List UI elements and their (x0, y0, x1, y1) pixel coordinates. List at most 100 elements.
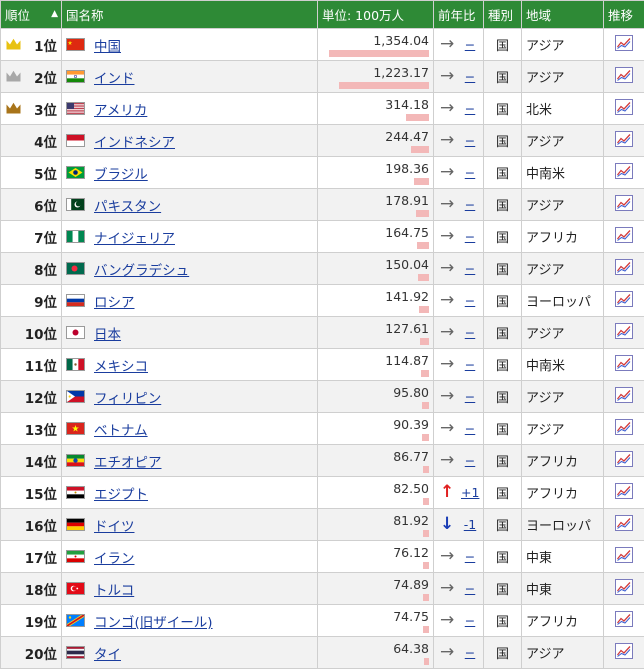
yoy-cell: → − (433, 380, 484, 413)
population-bar (329, 50, 429, 57)
country-link[interactable]: アメリカ (94, 103, 147, 119)
yoy-change-link[interactable]: − (461, 421, 479, 436)
bd-flag-icon (66, 262, 85, 275)
country-link[interactable]: インド (94, 71, 135, 87)
in-flag-icon (66, 70, 85, 83)
yoy-change-link[interactable]: − (461, 133, 479, 148)
trend-chart-icon[interactable] (615, 546, 633, 567)
country-link[interactable]: ブラジル (94, 167, 148, 183)
country-link[interactable]: ナイジェリア (94, 231, 175, 247)
trend-chart-icon[interactable] (615, 610, 633, 631)
population-value: 164.75 (385, 225, 429, 240)
region-cell: アジア (521, 412, 604, 445)
yoy-cell: ↓ -1 (433, 508, 484, 541)
country-link[interactable]: トルコ (94, 583, 134, 599)
country-cell: バングラデシュ (61, 252, 318, 285)
population-bar (424, 658, 429, 665)
trend-chart-icon[interactable] (615, 450, 633, 471)
country-link[interactable]: ロシア (94, 295, 135, 311)
yoy-change-link[interactable]: − (461, 325, 479, 340)
population-cell: 82.50 (317, 476, 434, 509)
rank-label: 10位 (24, 326, 57, 343)
trend-chart-icon[interactable] (615, 354, 633, 375)
table-row: 11位 メキシコ 114.87 → − 国中南米 (0, 348, 644, 381)
trend-chart-icon[interactable] (615, 578, 633, 599)
country-cell: ベトナム (61, 412, 318, 445)
country-cell: フィリピン (61, 380, 318, 413)
country-link[interactable]: 日本 (94, 327, 121, 343)
rank-cell: 17位 (0, 540, 62, 573)
trend-chart-icon[interactable] (615, 482, 633, 503)
trend-chart-icon[interactable] (615, 514, 633, 535)
table-row: 17位 イラン 76.12 → − 国中東 (0, 540, 644, 573)
trend-chart-icon[interactable] (615, 322, 633, 343)
trend-chart-icon[interactable] (615, 194, 633, 215)
column-header-rank[interactable]: 順位 ▲ (0, 0, 62, 29)
yoy-change-link[interactable]: +1 (461, 485, 479, 500)
yoy-change-link[interactable]: − (461, 549, 479, 564)
country-link[interactable]: パキスタン (94, 199, 161, 215)
column-header-country[interactable]: 国名称 (61, 0, 318, 29)
trend-chart-icon[interactable] (615, 34, 633, 55)
trend-chart-icon[interactable] (615, 386, 633, 407)
population-value: 90.39 (393, 417, 429, 432)
arrow-up-icon: ↑ (440, 482, 455, 502)
population-bar (423, 530, 429, 537)
trend-chart-icon[interactable] (615, 642, 633, 663)
country-link[interactable]: フィリピン (94, 391, 161, 407)
kind-cell: 国 (483, 220, 522, 253)
column-header-yoy[interactable]: 前年比 (433, 0, 484, 29)
country-link[interactable]: ベトナム (94, 423, 148, 439)
yoy-change-link[interactable]: − (461, 229, 479, 244)
trend-chart-icon[interactable] (615, 418, 633, 439)
yoy-change-link[interactable]: − (461, 293, 479, 308)
tr-flag-icon (66, 582, 85, 595)
trend-chart-icon[interactable] (615, 258, 633, 279)
yoy-change-link[interactable]: − (461, 357, 479, 372)
silver-crown-icon (6, 70, 21, 86)
region-cell: アジア (521, 252, 604, 285)
country-link[interactable]: インドネシア (94, 135, 175, 151)
trend-chart-icon[interactable] (615, 162, 633, 183)
trend-chart-icon[interactable] (615, 66, 633, 87)
sort-ascending-icon[interactable]: ▲ (51, 9, 58, 19)
yoy-change-link[interactable]: − (461, 645, 479, 660)
column-header-trend[interactable]: 推移 (603, 0, 644, 29)
table-row: 3位 アメリカ 314.18 → − 国北米 (0, 92, 644, 125)
yoy-change-link[interactable]: − (461, 389, 479, 404)
country-link[interactable]: エジプト (94, 487, 148, 503)
column-header-region[interactable]: 地域 (521, 0, 604, 29)
trend-chart-icon[interactable] (615, 98, 633, 119)
country-link[interactable]: コンゴ(旧ザイール) (94, 615, 213, 631)
pk-flag-icon (66, 198, 85, 211)
rank-cell: 3位 (0, 92, 62, 125)
de-flag-icon (66, 518, 85, 531)
yoy-change-link[interactable]: − (461, 69, 479, 84)
trend-chart-icon[interactable] (615, 290, 633, 311)
yoy-change-link[interactable]: − (461, 197, 479, 212)
yoy-change-link[interactable]: − (461, 261, 479, 276)
country-link[interactable]: タイ (94, 647, 121, 663)
kind-cell: 国 (483, 380, 522, 413)
country-link[interactable]: ドイツ (94, 519, 135, 535)
yoy-change-link[interactable]: − (461, 101, 479, 116)
yoy-change-link[interactable]: − (461, 613, 479, 628)
yoy-change-link[interactable]: − (461, 165, 479, 180)
yoy-change-link[interactable]: -1 (461, 517, 479, 532)
column-header-population[interactable]: 単位: 100万人 (317, 0, 434, 29)
yoy-change-link[interactable]: − (461, 453, 479, 468)
country-link[interactable]: バングラデシュ (94, 263, 189, 279)
rank-label: 6位 (34, 198, 57, 215)
trend-chart-icon[interactable] (615, 226, 633, 247)
country-link[interactable]: メキシコ (94, 359, 148, 375)
yoy-change-link[interactable]: − (461, 37, 479, 52)
country-cell: インドネシア (61, 124, 318, 157)
trend-chart-icon[interactable] (615, 130, 633, 151)
country-link[interactable]: 中国 (94, 39, 121, 55)
yoy-change-link[interactable]: − (461, 581, 479, 596)
population-bar (406, 114, 429, 121)
country-link[interactable]: エチオピア (94, 455, 162, 471)
country-link[interactable]: イラン (94, 551, 135, 567)
yoy-cell: → − (433, 284, 484, 317)
column-header-kind[interactable]: 種別 (483, 0, 522, 29)
